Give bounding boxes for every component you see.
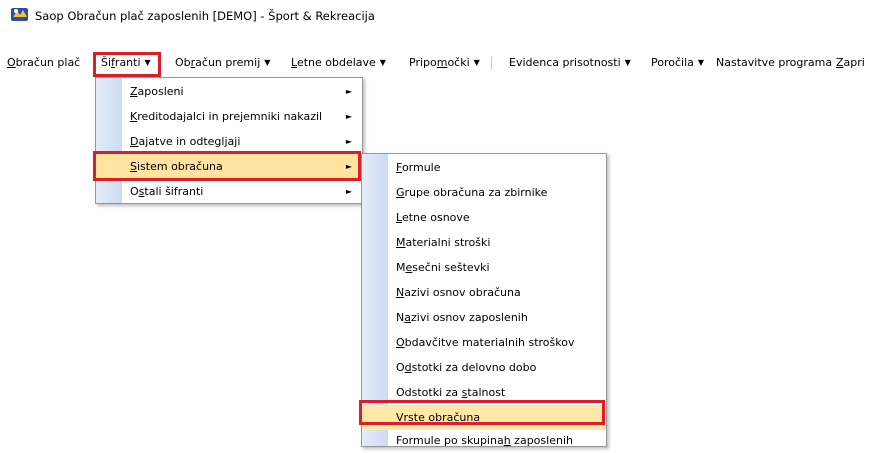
- menu-item-nazivi-osnov-zaposlenih[interactable]: Nazivi osnov zaposlenih: [362, 305, 606, 330]
- menu-label-post: etne obdelave: [296, 56, 376, 69]
- dropdown-arrow-icon: ▼: [473, 58, 480, 67]
- menu-item-kreditodajalci[interactable]: Kreditodajalci in prejemniki nakazil ►: [96, 104, 362, 129]
- submenu-arrow-icon: ►: [345, 112, 352, 121]
- menu-porocila[interactable]: Poročila ▼: [651, 52, 704, 74]
- menu-item-formule-po-skupinah[interactable]: Formule po skupinah zaposlenih: [362, 428, 606, 453]
- menu-item-label: Materialni stroški: [396, 236, 491, 249]
- menu-item-ostali-sifranti[interactable]: Ostali šifranti ►: [96, 179, 362, 204]
- menu-bar: Obračun plač Šifranti ▼ Obračun premij ▼ L…: [0, 52, 877, 74]
- menu-item-mesecni-sestevki[interactable]: Mesečni seštevki: [362, 255, 606, 280]
- menu-item-nazivi-osnov-obracuna[interactable]: Nazivi osnov obračuna: [362, 280, 606, 305]
- menu-item-label: Ostali šifranti: [130, 185, 204, 198]
- menu-item-obdavcitve[interactable]: Obdavčitve materialnih stroškov: [362, 330, 606, 355]
- menu-item-label: Mesečni seštevki: [396, 261, 490, 274]
- menu-label-post: očki: [447, 56, 470, 69]
- menu-label-post: ačun premij: [195, 56, 261, 69]
- menu-pripomocki[interactable]: Pripomočki ▼: [409, 52, 480, 74]
- menu-item-label: Obdavčitve materialnih stroškov: [396, 336, 575, 349]
- menu-item-label: Letne osnove: [396, 211, 470, 224]
- menu-obracun-premij[interactable]: Obračun premij ▼: [175, 52, 270, 74]
- menu-label-post: ranti: [114, 56, 141, 69]
- menu-item-dajatve[interactable]: Dajatve in odtegljaji ►: [96, 129, 362, 154]
- menu-label-accel: Z: [836, 56, 844, 69]
- menu-item-label: Formule: [396, 161, 441, 174]
- menu-item-sistem-obracuna[interactable]: Sistem obračuna ►: [96, 154, 362, 179]
- menu-item-label: Odstotki za stalnost: [396, 386, 506, 399]
- menu-label: Nastavitve programa: [716, 56, 833, 69]
- menu-label-post: apri: [843, 56, 865, 69]
- menu-item-materialni-stroski[interactable]: Materialni stroški: [362, 230, 606, 255]
- submenu-arrow-icon: ►: [345, 187, 352, 196]
- menu-item-formule[interactable]: Formule: [362, 155, 606, 180]
- menu-label: Evidenca prisotnosti: [509, 56, 621, 69]
- app-logo-icon: [11, 8, 28, 21]
- menu-item-label: Nazivi osnov obračuna: [396, 286, 521, 299]
- menu-label-pre: Ob: [175, 56, 191, 69]
- menu-item-label: Dajatve in odtegljaji: [130, 135, 241, 148]
- menu-zapri[interactable]: Zapri: [836, 52, 865, 74]
- dropdown-arrow-icon: ▼: [697, 58, 705, 67]
- dropdown-arrow-icon: ▼: [624, 58, 631, 67]
- menu-item-label: Vrste obračuna: [396, 411, 481, 424]
- menu-item-label: Odstotki za delovno dobo: [396, 361, 537, 374]
- submenu-arrow-icon: ►: [345, 87, 352, 96]
- menu-letne-obdelave[interactable]: Letne obdelave ▼: [291, 52, 386, 74]
- menu-label-post: bračun plač: [15, 56, 81, 69]
- submenu-arrow-icon: ►: [345, 137, 352, 146]
- menu-item-vrste-obracuna[interactable]: Vrste obračuna: [362, 405, 606, 430]
- menu-obracun-plac[interactable]: Obračun plač: [7, 52, 80, 74]
- menu-item-odstotki-stalnost[interactable]: Odstotki za stalnost: [362, 380, 606, 405]
- sifranti-dropdown: Zaposleni ► Kreditodajalci in prejemniki…: [95, 77, 363, 204]
- menu-item-label: Zaposleni: [130, 85, 184, 98]
- dropdown-arrow-icon: ▼: [379, 58, 386, 67]
- menu-label-accel: O: [7, 56, 16, 69]
- dropdown-arrow-icon: ▼: [144, 58, 151, 67]
- menu-separator: [491, 57, 492, 70]
- title-bar: Saop Obračun plač zaposlenih [DEMO] - Šp…: [0, 0, 877, 28]
- menu-item-label: Formule po skupinah zaposlenih: [396, 434, 573, 447]
- menu-item-letne-osnove[interactable]: Letne osnove: [362, 205, 606, 230]
- menu-label-pre: Pripo: [409, 56, 437, 69]
- menu-item-label: Grupe obračuna za zbirnike: [396, 186, 548, 199]
- menu-label-pre: Ši: [101, 56, 112, 69]
- submenu-arrow-icon: ►: [345, 162, 352, 171]
- menu-item-label: Kreditodajalci in prejemniki nakazil: [130, 110, 323, 123]
- window-title: Saop Obračun plač zaposlenih [DEMO] - Šp…: [35, 9, 375, 23]
- menu-item-label: Nazivi osnov zaposlenih: [396, 311, 528, 324]
- menu-label: Poročila: [651, 56, 694, 69]
- menu-item-grupe-obracuna[interactable]: Grupe obračuna za zbirnike: [362, 180, 606, 205]
- menu-nastavitve-programa[interactable]: Nastavitve programa: [716, 52, 832, 74]
- menu-item-odstotki-delovno-dobo[interactable]: Odstotki za delovno dobo: [362, 355, 606, 380]
- menu-evidenca-prisotnosti[interactable]: Evidenca prisotnosti ▼: [509, 52, 631, 74]
- menu-sifranti[interactable]: Šifranti ▼: [101, 52, 151, 74]
- menu-item-label: Sistem obračuna: [130, 160, 223, 173]
- menu-item-zaposleni[interactable]: Zaposleni ►: [96, 79, 362, 104]
- sistem-obracuna-submenu: Formule Grupe obračuna za zbirnike Letne…: [361, 153, 607, 447]
- dropdown-arrow-icon: ▼: [264, 58, 271, 67]
- menu-label-accel: m: [436, 56, 448, 69]
